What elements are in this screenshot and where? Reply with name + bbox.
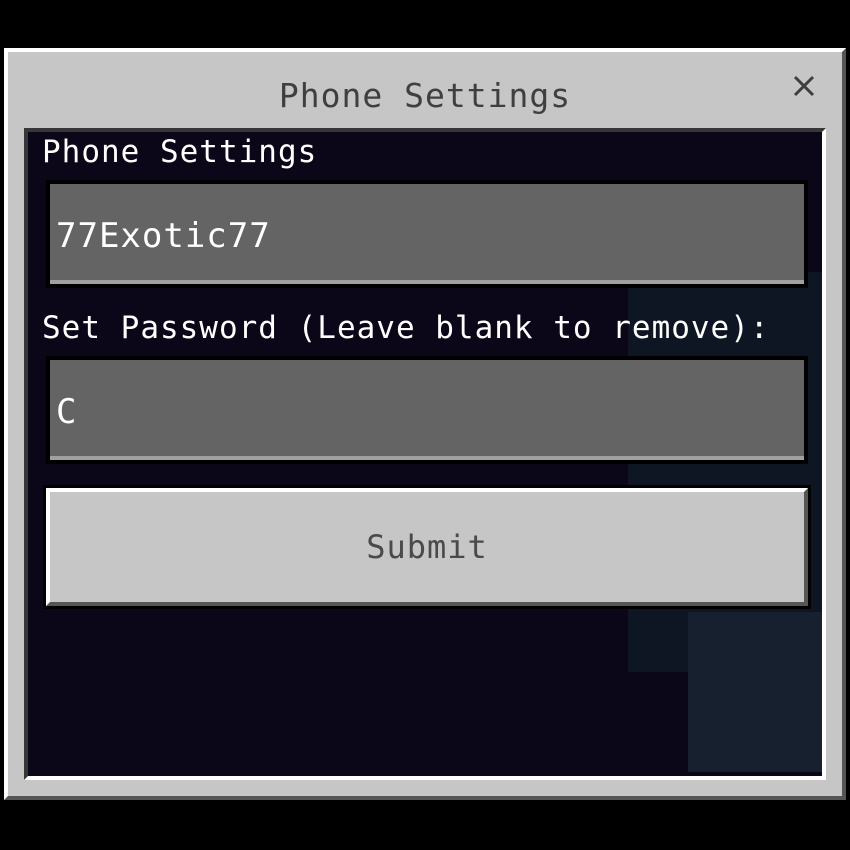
password-label: Set Password (Leave blank to remove): xyxy=(42,310,770,346)
password-field-value: C xyxy=(56,392,78,432)
dialog-title: Phone Settings xyxy=(278,76,572,115)
title-bar: Phone Settings xyxy=(8,52,842,130)
background-shade xyxy=(688,612,822,772)
submit-button[interactable]: Submit xyxy=(43,485,811,609)
close-icon[interactable] xyxy=(790,72,818,100)
phone-settings-dialog: Phone Settings Phone Settings 77Exotic77… xyxy=(4,48,846,800)
settings-panel: Phone Settings 77Exotic77 Set Password (… xyxy=(24,128,826,780)
name-field[interactable]: 77Exotic77 xyxy=(46,180,808,288)
submit-label: Submit xyxy=(366,528,488,566)
name-field-value: 77Exotic77 xyxy=(56,216,271,256)
section-heading: Phone Settings xyxy=(42,134,318,170)
password-field[interactable]: C xyxy=(46,356,808,464)
